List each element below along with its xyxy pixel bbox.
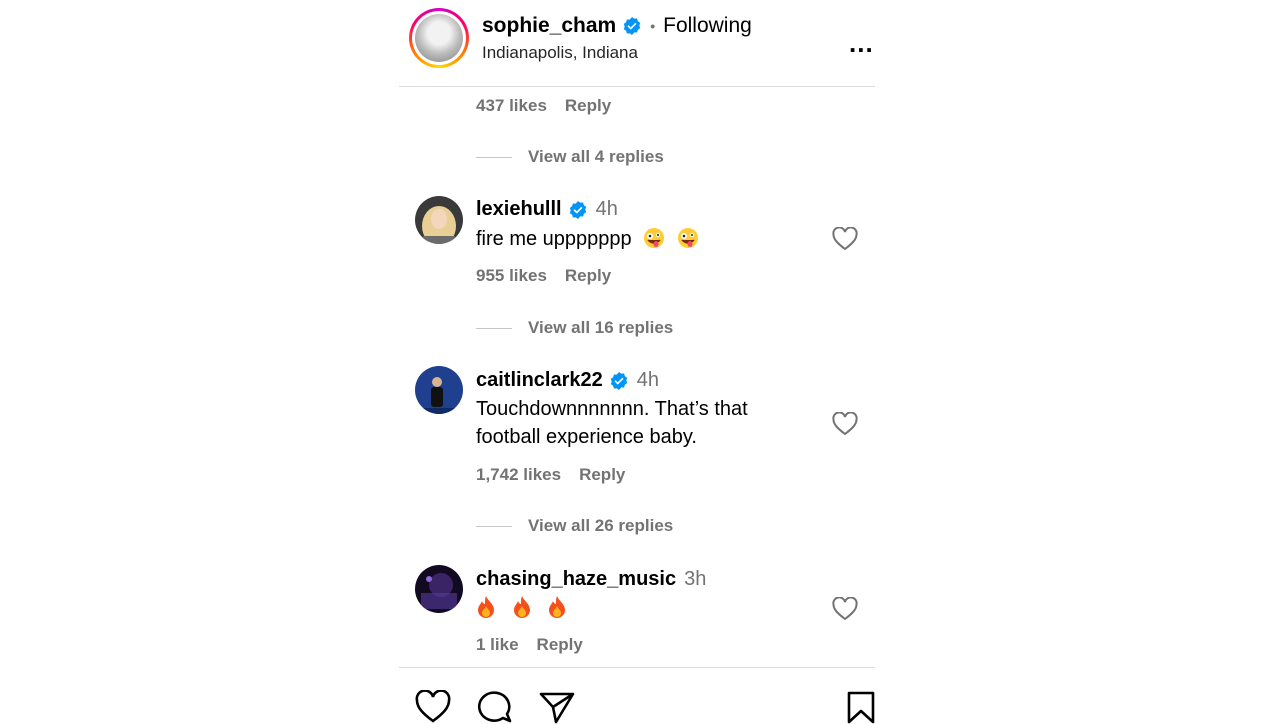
comment-author-line: lexiehulll 4h [476,198,618,221]
comment-meta: 955 likes Reply [476,266,611,286]
author-avatar[interactable] [409,8,469,68]
author-avatar-photo [415,14,463,62]
post-header: sophie_cham • Following Indianapolis, In… [399,0,875,87]
author-line: sophie_cham • Following [482,14,752,38]
view-replies-button[interactable]: View all 26 replies [476,516,673,536]
comment-time[interactable]: 4h [596,198,618,221]
comment-username[interactable]: lexiehulll [476,198,562,221]
commenter-avatar[interactable] [415,196,463,244]
reply-button[interactable]: Reply [565,96,611,116]
comment-time[interactable]: 4h [637,369,659,392]
like-heart-icon[interactable] [832,412,858,436]
like-heart-icon[interactable] [832,227,858,251]
separator-dot: • [650,18,656,34]
avatar-photo [415,196,463,244]
comment-author-line: chasing_haze_music 3h [476,568,706,591]
divider-line [476,525,512,527]
post-location[interactable]: Indianapolis, Indiana [482,43,638,63]
commenter-avatar[interactable] [415,366,463,414]
comment-meta: 437 likes Reply [476,96,611,116]
view-replies-label: View all 4 replies [528,147,664,166]
comment-text: fire me uppppppp [476,228,632,250]
comment-meta: 1 like Reply [476,635,583,655]
likes-count[interactable]: 1 like [476,635,519,655]
zany-face-emoji-icon [644,228,665,248]
view-replies-label: View all 26 replies [528,516,674,535]
likes-count[interactable]: 437 likes [476,96,547,116]
commenter-avatar[interactable] [415,565,463,613]
comment-bubble-icon[interactable] [477,690,513,724]
action-bar-divider [399,667,875,668]
author-username[interactable]: sophie_cham [482,14,616,38]
reply-button[interactable]: Reply [579,465,625,485]
divider-line [476,156,512,158]
comment-author-line: caitlinclark22 4h [476,369,659,392]
view-replies-button[interactable]: View all 4 replies [476,147,664,167]
fire-emoji-icon [549,596,566,618]
comment-username[interactable]: caitlinclark22 [476,369,603,392]
divider-line [476,327,512,329]
reply-button[interactable]: Reply [537,635,583,655]
more-options-icon[interactable]: ... [849,30,874,56]
view-replies-label: View all 16 replies [528,318,674,337]
reply-button[interactable]: Reply [565,266,611,286]
comment-text: Touchdownnnnnnn. That’s that football ex… [476,398,748,448]
verified-badge-icon [569,200,586,219]
bookmark-icon[interactable] [845,690,881,724]
likes-count[interactable]: 955 likes [476,266,547,286]
verified-badge-icon [624,17,641,35]
like-heart-icon[interactable] [832,597,858,621]
avatar-photo [415,565,463,613]
post-comments-panel: sophie_cham • Following Indianapolis, In… [399,0,875,724]
comment-text-block [476,595,806,623]
fire-emoji-icon [478,596,494,618]
avatar-ring-inner [412,11,466,65]
comment-username[interactable]: chasing_haze_music [476,568,676,591]
comment-meta: 1,742 likes Reply [476,465,625,485]
comment-text-block: fire me uppppppp [476,225,806,253]
likes-count[interactable]: 1,742 likes [476,465,561,485]
like-post-heart-icon[interactable] [415,690,451,724]
fire-emoji-icon [513,596,530,618]
verified-badge-icon [610,371,627,390]
view-replies-button[interactable]: View all 16 replies [476,318,673,338]
following-button[interactable]: Following [663,14,752,38]
comment-time[interactable]: 3h [684,568,706,591]
zany-face-emoji-icon [677,228,698,248]
share-paper-plane-icon[interactable] [539,690,575,724]
avatar-photo [415,366,463,414]
